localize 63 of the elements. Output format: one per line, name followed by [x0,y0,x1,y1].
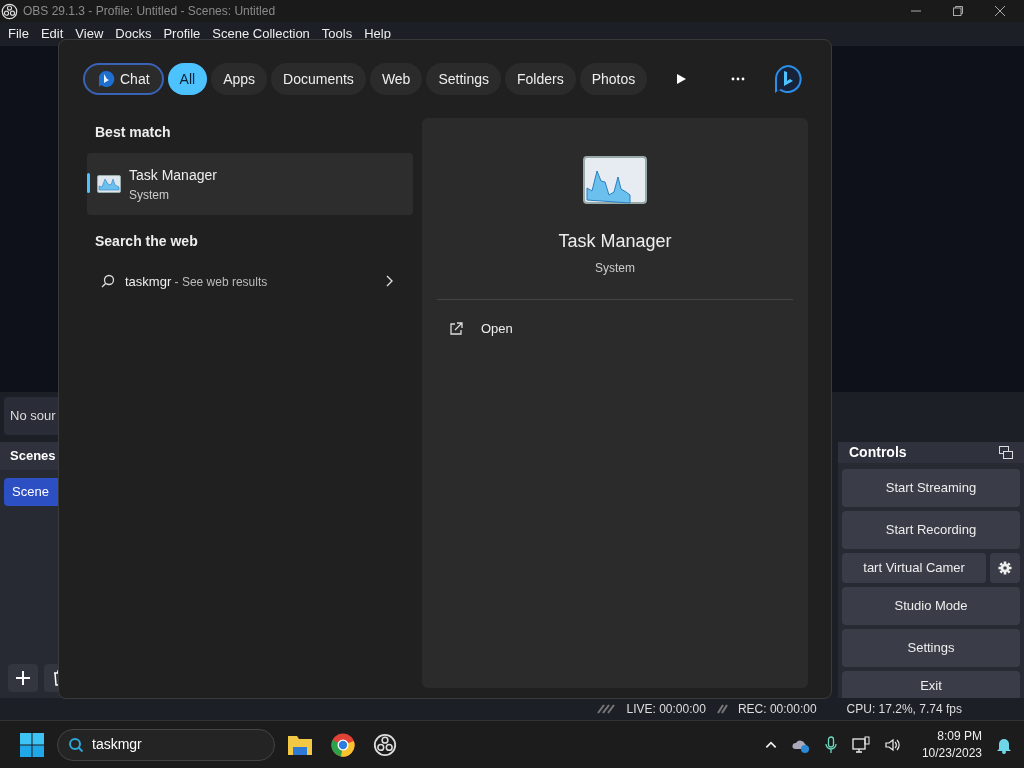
obs-logo-icon [1,2,18,20]
microphone-icon[interactable] [823,735,838,754]
filter-chip[interactable]: Web [369,63,423,95]
filter-chip[interactable]: Photos [579,63,648,95]
web-result-text: taskmgr - See web results [125,273,268,291]
control-button[interactable]: Studio Mode [842,587,1020,625]
more-icon[interactable] [731,77,745,81]
control-button[interactable]: Start Streaming [842,469,1020,507]
record-icon [715,704,728,714]
add-button[interactable] [8,664,38,692]
trash-icon [53,670,58,686]
control-button[interactable]: tart Virtual Camer [842,553,987,583]
clock-time: 8:09 PM [937,727,982,745]
chart-window-icon [583,156,647,204]
clock-date: 10/23/2023 [921,744,982,762]
external-link-icon [449,322,463,336]
search-icon [101,274,115,288]
menu-item[interactable]: File [2,24,35,44]
rec-timer: REC: 00:00:00 [737,701,817,718]
app-subtitle: System [595,260,635,277]
search-icon [68,736,84,753]
dock-title: Scenes [10,447,56,466]
settings-button[interactable] [990,553,1020,583]
chart-window-icon [97,175,121,193]
control-button[interactable]: Start Recording [842,511,1020,549]
bing-icon[interactable] [773,64,803,94]
windows-start-icon[interactable] [20,732,44,757]
live-timer: LIVE: 00:00:00 [626,701,706,718]
close-icon[interactable] [994,5,1006,17]
obs-app-icon[interactable] [373,732,397,757]
section-heading: Search the web [95,232,199,251]
menu-item[interactable]: Edit [34,24,70,44]
filter-chip[interactable]: All [167,63,208,95]
signal-icon [596,704,617,714]
cpu-status: CPU: 17.2%, 7.74 fps [846,701,962,718]
network-icon[interactable] [851,735,870,754]
control-button[interactable]: Settings [842,629,1020,667]
app-title: Task Manager [558,230,672,253]
empty-message: No sour [10,407,56,426]
gear-icon [998,561,1013,575]
filter-chip[interactable]: Settings [426,63,501,95]
web-result-item[interactable]: taskmgr - See web results [87,266,413,296]
window-title: OBS 29.1.3 - Profile: Untitled - Scenes: Untitled [23,3,276,20]
search-input[interactable]: taskmgr [92,734,242,755]
undock-icon[interactable] [999,445,1013,460]
filter-chip[interactable]: Documents [271,63,366,95]
action-item[interactable]: Open [437,312,793,346]
result-title: Task Manager [129,165,217,185]
filter-chip[interactable]: Folders [505,63,576,95]
search-field[interactable]: taskmgr [57,728,275,761]
plus-icon [15,670,31,686]
dock-title: Controls [849,443,907,462]
result-subtitle: System [129,186,170,204]
filter-chip[interactable]: Apps [211,63,268,95]
control-button[interactable]: Exit [842,671,1020,701]
section-heading: Best match [95,123,172,142]
result-item[interactable]: Task Manager System [87,153,413,215]
filter-chip[interactable]: Chat [83,63,164,95]
bing-chat-icon [97,70,115,88]
play-icon[interactable] [675,73,687,85]
browser-icon[interactable] [331,732,355,757]
chevron-right-icon [385,275,393,287]
restore-icon[interactable] [952,5,964,17]
